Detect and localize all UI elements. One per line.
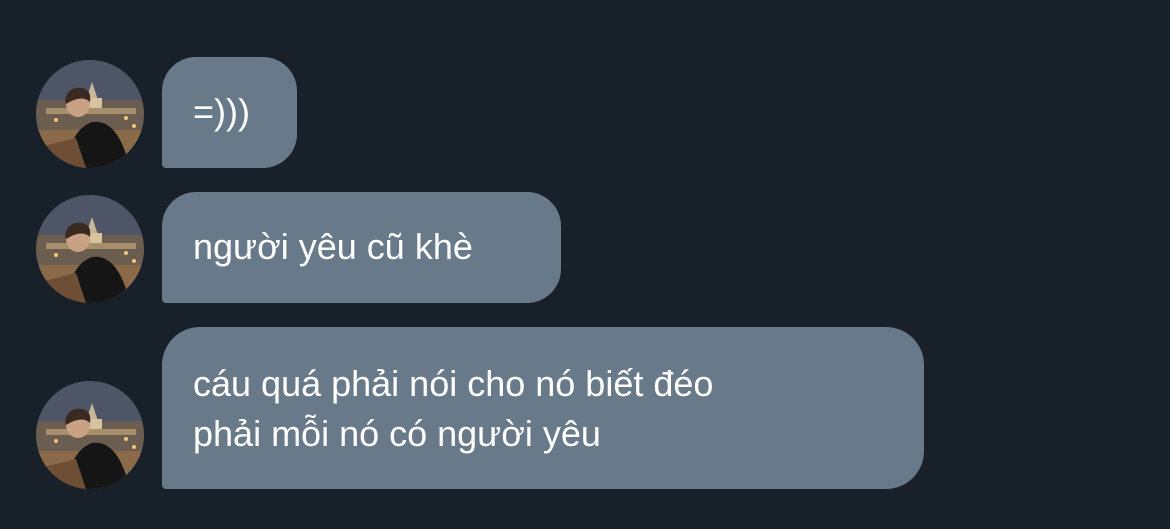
chat-message-list: =))) người yêu cũ khè cáu quá phải nói c…: [0, 0, 1170, 529]
avatar[interactable]: [36, 195, 144, 303]
message-bubble[interactable]: cáu quá phải nói cho nó biết đéo phải mỗ…: [162, 327, 924, 489]
message-row: người yêu cũ khè: [0, 192, 1170, 303]
message-bubble[interactable]: =))): [162, 57, 297, 168]
message-bubble[interactable]: người yêu cũ khè: [162, 192, 561, 303]
message-row: =))): [0, 57, 1170, 168]
message-row: cáu quá phải nói cho nó biết đéo phải mỗ…: [0, 327, 1170, 489]
avatar-photo-icon: [36, 195, 144, 303]
avatar-photo-icon: [36, 381, 144, 489]
avatar[interactable]: [36, 60, 144, 168]
avatar-photo-icon: [36, 60, 144, 168]
avatar[interactable]: [36, 381, 144, 489]
